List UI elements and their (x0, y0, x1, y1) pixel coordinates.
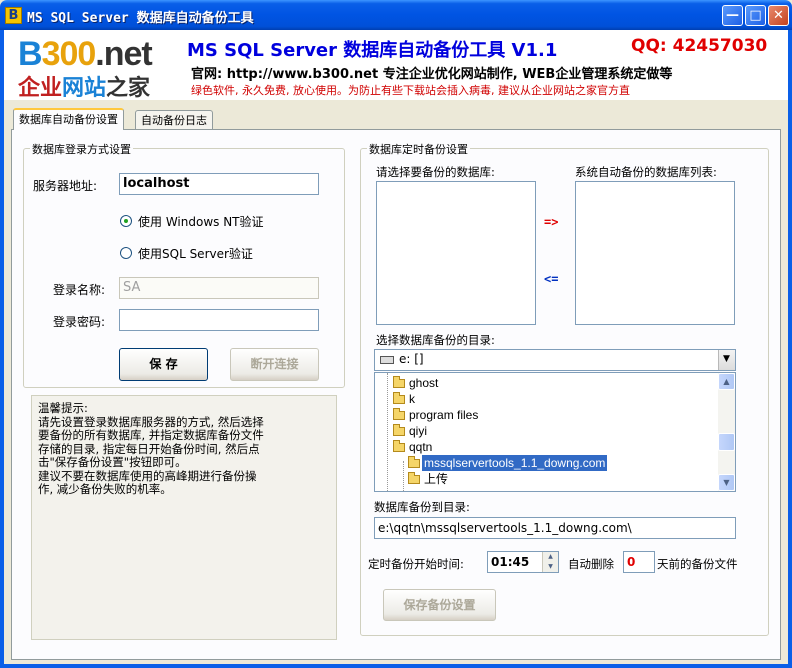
maximize-icon: □ (749, 8, 762, 23)
tree-item-label: k (409, 392, 415, 406)
drive-icon (380, 356, 394, 364)
folder-tree[interactable]: ghost k program files qiyi qqtn mssqlser… (374, 372, 736, 492)
save-button[interactable]: 保 存 (119, 348, 208, 381)
tip-line: 建议不要在数据库使用的高峰期进行备份操 (38, 468, 257, 483)
banner-warning: 绿色软件, 永久免费, 放心使用。为防止有些下载站会插入病毒, 建议从企业网站之… (191, 84, 630, 97)
logo-b: B (18, 35, 43, 73)
folder-icon (393, 376, 405, 388)
banner: B300.net 企业网站之家 MS SQL Server 数据库自动备份工具 … (4, 30, 788, 102)
banner-qq: QQ: 42457030 (631, 36, 768, 56)
time-spinner[interactable]: ▲ ▼ (542, 552, 558, 572)
tree-item-label: ghost (409, 376, 439, 390)
password-input[interactable] (119, 309, 319, 331)
start-time-value: 01:45 (491, 555, 530, 569)
user-input[interactable]: SA (119, 277, 319, 299)
logo-cn: 企业网站之家 (18, 70, 150, 102)
logo-cn-part1: 企业 (18, 75, 63, 101)
available-db-list[interactable] (376, 181, 536, 325)
user-label: 登录名称: (53, 283, 106, 297)
tree-item-label: mssqlservertools_1.1_downg.com (422, 455, 608, 471)
logo-cn-part2: 网站 (62, 75, 107, 101)
login-group-title: 数据库登录方式设置 (30, 141, 133, 157)
tree-line (387, 373, 388, 491)
tree-item-label: qqtn (409, 440, 433, 454)
minimize-button[interactable]: — (722, 5, 743, 26)
radio-sql-auth[interactable] (120, 247, 132, 259)
maximize-button[interactable]: □ (745, 5, 766, 26)
folder-icon (393, 408, 405, 420)
start-time-input[interactable]: 01:45 ▲ ▼ (487, 551, 559, 573)
password-label: 登录密码: (53, 315, 106, 329)
add-db-arrow[interactable]: => (544, 215, 558, 229)
tree-item-label: 上传 (424, 472, 449, 486)
tab-backup-settings[interactable]: 数据库自动备份设置 (13, 108, 124, 130)
auto-delete-label: 自动删除 (568, 557, 614, 571)
server-label: 服务器地址: (33, 179, 98, 193)
tip-line: 存储的目录, 指定每日开始备份时间, 然后点 (38, 441, 260, 456)
title-bar[interactable]: B MS SQL Server 数据库自动备份工具 — □ ✕ (0, 0, 792, 30)
chevron-down-icon: ▼ (723, 478, 730, 487)
tip-text: 温馨提示: 请先设置登录数据库服务器的方式, 然后选择 要备份的所有数据库, 并… (38, 401, 334, 497)
disconnect-button[interactable]: 断开连接 (230, 348, 319, 381)
tip-line: 要备份的所有数据库, 并指定数据库备份文件 (38, 428, 264, 442)
days-suffix-label: 天前的备份文件 (657, 557, 738, 571)
app-icon[interactable]: B (5, 7, 22, 24)
scroll-down-button[interactable]: ▼ (718, 474, 735, 491)
backup-to-label: 数据库备份到目录: (374, 500, 470, 514)
spin-up-icon[interactable]: ▲ (543, 552, 558, 562)
tree-line (403, 461, 404, 491)
logo-300: 300 (41, 35, 97, 73)
logo-text: B300.net (18, 35, 153, 74)
start-time-label: 定时备份开始时间: (368, 557, 464, 571)
folder-icon (393, 424, 405, 436)
backup-path-input[interactable]: e:\qqtn\mssqlservertools_1.1_downg.com\ (374, 517, 736, 539)
close-button[interactable]: ✕ (768, 5, 789, 26)
schedule-group-title: 数据库定时备份设置 (367, 141, 470, 157)
tip-line: 击"保存备份设置"按钮即可。 (38, 455, 187, 469)
chevron-down-icon: ▼ (723, 354, 730, 364)
folder-icon (393, 392, 405, 404)
banner-site: 官网: http://www.b300.net 专注企业优化网站制作, WEB企… (191, 67, 673, 82)
drive-select[interactable]: e: [] ▼ (374, 349, 736, 371)
days-input[interactable]: 0 (623, 551, 655, 573)
drive-value: e: [] (399, 352, 424, 366)
chevron-up-icon: ▲ (723, 377, 730, 386)
remove-db-arrow[interactable]: <= (544, 272, 558, 286)
close-icon: ✕ (773, 8, 784, 23)
folder-icon (408, 472, 420, 484)
window-title: MS SQL Server 数据库自动备份工具 (27, 11, 254, 26)
tip-line: 作, 减少备份失败的机率。 (38, 482, 172, 496)
scroll-thumb[interactable] (718, 433, 735, 451)
tip-line: 请先设置登录数据库服务器的方式, 然后选择 (38, 414, 264, 429)
server-input[interactable]: localhost (119, 173, 319, 195)
banner-title: MS SQL Server 数据库自动备份工具 V1.1 (187, 40, 558, 61)
tab-backup-log[interactable]: 自动备份日志 (135, 110, 213, 130)
minimize-icon: — (726, 8, 739, 23)
logo-cn-part3: 之家 (106, 75, 151, 101)
select-db-label: 请选择要备份的数据库: (376, 165, 495, 179)
tip-line: 温馨提示: (38, 401, 88, 415)
tree-item-label: qiyi (409, 424, 428, 438)
folder-open-icon (393, 440, 405, 452)
radio-sql-auth-label: 使用SQL Server验证 (138, 247, 253, 261)
radio-windows-auth[interactable] (120, 215, 132, 227)
save-settings-button[interactable]: 保存备份设置 (383, 589, 496, 621)
spin-down-icon[interactable]: ▼ (543, 562, 558, 572)
auto-list-label: 系统自动备份的数据库列表: (575, 165, 717, 179)
tree-item-label: program files (409, 408, 479, 422)
tip-box: 温馨提示: 请先设置登录数据库服务器的方式, 然后选择 要备份的所有数据库, 并… (31, 395, 337, 640)
dir-label: 选择数据库备份的目录: (376, 333, 495, 347)
folder-open-icon (408, 456, 420, 468)
auto-backup-db-list[interactable] (575, 181, 735, 325)
tree-scrollbar[interactable]: ▲ ▼ (718, 373, 735, 491)
drive-dropdown-button[interactable]: ▼ (718, 350, 735, 370)
logo-net: .net (95, 35, 152, 73)
radio-windows-auth-label: 使用 Windows NT验证 (138, 215, 264, 229)
scroll-up-button[interactable]: ▲ (718, 373, 735, 390)
